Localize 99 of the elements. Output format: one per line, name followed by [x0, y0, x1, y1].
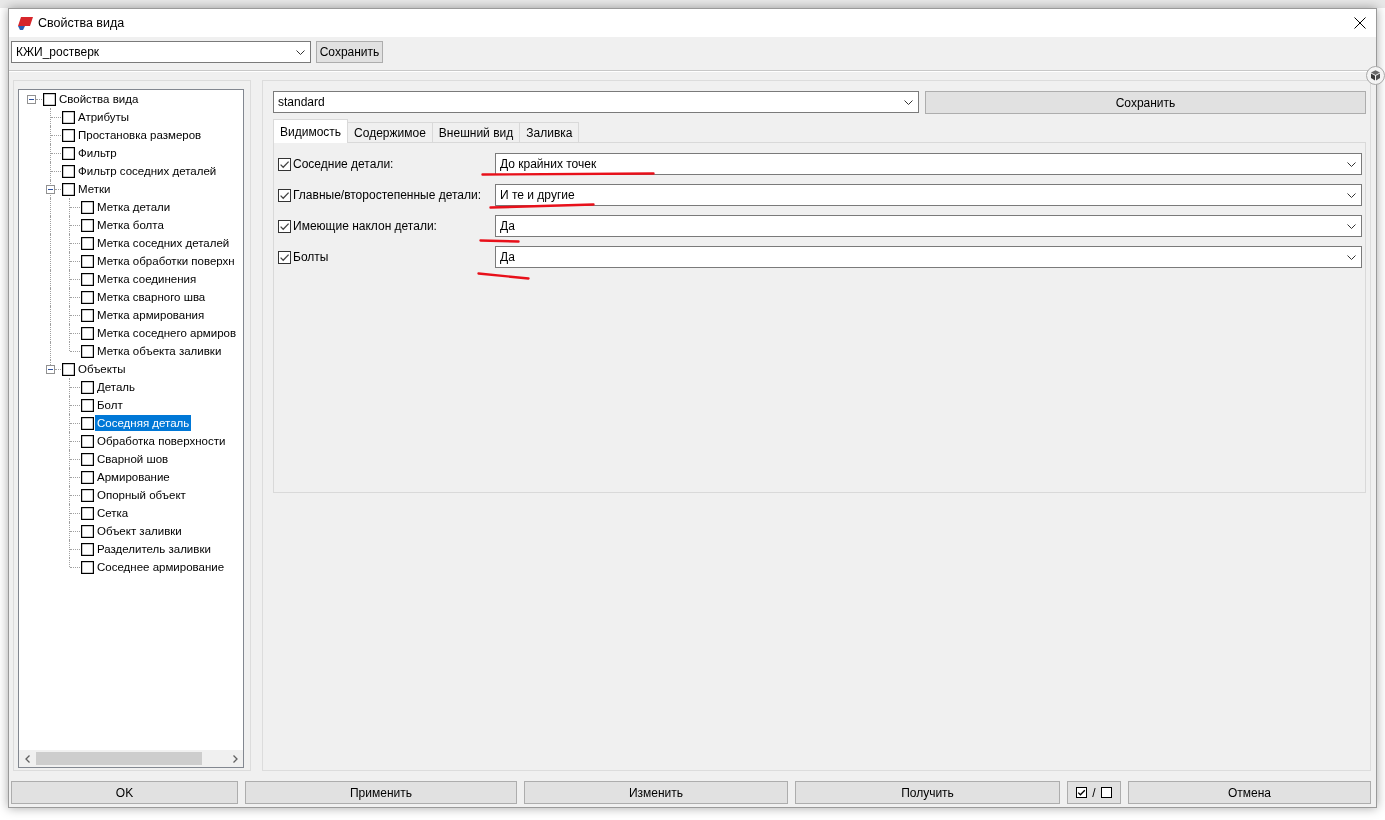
- tree-item[interactable]: Метка детали: [95, 199, 173, 215]
- tree-item[interactable]: Соседняя деталь: [95, 415, 192, 431]
- dropdown[interactable]: Да: [495, 215, 1362, 237]
- tree-item[interactable]: Свойства вида: [57, 91, 141, 107]
- checkbox[interactable]: [81, 344, 94, 358]
- dropdown[interactable]: И те и другие: [495, 184, 1362, 206]
- checkbox[interactable]: [81, 560, 94, 574]
- dropdown[interactable]: До крайних точек: [495, 153, 1362, 175]
- dialog-button[interactable]: OK: [11, 781, 238, 804]
- tree-item[interactable]: Простановка размеров: [76, 127, 204, 143]
- checkbox[interactable]: [81, 236, 94, 250]
- dialog-button[interactable]: Изменить: [524, 781, 788, 804]
- tree-item[interactable]: Фильтр: [76, 145, 119, 161]
- checkbox[interactable]: [62, 182, 75, 196]
- collapse-icon[interactable]: [46, 365, 55, 374]
- save-button[interactable]: Сохранить: [925, 91, 1366, 114]
- dialog-button[interactable]: Получить: [795, 781, 1060, 804]
- tab[interactable]: Содержимое: [347, 122, 433, 142]
- chevron-down-icon[interactable]: [1347, 192, 1356, 198]
- empty-box-icon: [1100, 787, 1112, 798]
- dropdown[interactable]: standard: [273, 91, 919, 113]
- checked-box-icon: [1076, 787, 1088, 798]
- dropdown[interactable]: Да: [495, 246, 1362, 268]
- checkbox[interactable]: [62, 146, 75, 160]
- tree-item[interactable]: Атрибуты: [76, 109, 132, 125]
- checkbox[interactable]: [278, 250, 291, 264]
- tree-item[interactable]: Метка объекта заливки: [95, 343, 224, 359]
- check-toggle-button[interactable]: /: [1067, 781, 1121, 804]
- chevron-down-icon[interactable]: [1347, 161, 1356, 167]
- tree-item[interactable]: Метка соседних деталей: [95, 235, 232, 251]
- checkbox[interactable]: [81, 272, 94, 286]
- tree-item[interactable]: Обработка поверхности: [95, 433, 228, 449]
- tab[interactable]: Внешний вид: [431, 122, 521, 142]
- checkbox[interactable]: [81, 542, 94, 556]
- tree-item[interactable]: Метки: [76, 181, 113, 197]
- tree-item[interactable]: Метка сварного шва: [95, 289, 208, 305]
- tree-item[interactable]: Соседнее армирование: [95, 559, 227, 575]
- checkbox[interactable]: [81, 218, 94, 232]
- tree-item[interactable]: Фильтр соседних деталей: [76, 163, 219, 179]
- checkbox[interactable]: [278, 219, 291, 233]
- save-button[interactable]: Сохранить: [316, 41, 383, 63]
- checkbox[interactable]: [62, 164, 75, 178]
- field-label: Соседние детали:: [293, 157, 394, 171]
- chevron-down-icon[interactable]: [1347, 223, 1356, 229]
- tree-view[interactable]: [18, 89, 244, 768]
- dropdown[interactable]: КЖИ_ростверк: [11, 41, 311, 63]
- checkbox[interactable]: [81, 380, 94, 394]
- checkbox[interactable]: [81, 452, 94, 466]
- field-label: Имеющие наклон детали:: [293, 219, 437, 233]
- dialog-button[interactable]: Отмена: [1128, 781, 1371, 804]
- checkbox[interactable]: [81, 200, 94, 214]
- checkbox[interactable]: [81, 470, 94, 484]
- tree-item[interactable]: Объекты: [76, 361, 128, 377]
- tree-item[interactable]: Метка соседнего армиров: [95, 325, 239, 341]
- cube-icon[interactable]: [1366, 66, 1385, 85]
- chevron-down-icon[interactable]: [1347, 254, 1356, 260]
- chevron-left-icon[interactable]: [25, 754, 30, 763]
- checkbox[interactable]: [81, 254, 94, 268]
- checkbox[interactable]: [81, 290, 94, 304]
- checkbox[interactable]: [81, 308, 94, 322]
- scrollbar-thumb[interactable]: [36, 752, 202, 765]
- checkbox[interactable]: [62, 128, 75, 142]
- tree-item[interactable]: Деталь: [95, 379, 138, 395]
- chevron-down-icon[interactable]: [904, 99, 913, 105]
- tree-item[interactable]: Объект заливки: [95, 523, 184, 539]
- window-title: Свойства вида: [38, 16, 125, 30]
- checkbox[interactable]: [81, 326, 94, 340]
- checkbox[interactable]: [81, 488, 94, 502]
- checkbox[interactable]: [278, 188, 291, 202]
- checkbox[interactable]: [81, 434, 94, 448]
- field-label: Главные/второстепенные детали:: [293, 188, 482, 202]
- checkbox[interactable]: [62, 110, 75, 124]
- tab[interactable]: Видимость: [273, 119, 349, 143]
- checkbox[interactable]: [62, 362, 75, 376]
- tab[interactable]: Заливка: [519, 122, 580, 142]
- tree-item[interactable]: Опорный объект: [95, 487, 188, 503]
- tree-item[interactable]: Метка соединения: [95, 271, 199, 287]
- tree-item[interactable]: Метка обработки поверхн: [95, 253, 237, 269]
- tree-item[interactable]: Сетка: [95, 505, 131, 521]
- tree-item[interactable]: Метка армирования: [95, 307, 207, 323]
- tree-item[interactable]: Разделитель заливки: [95, 541, 213, 557]
- app-icon: [17, 16, 33, 30]
- checkbox[interactable]: [278, 157, 291, 171]
- checkbox[interactable]: [81, 506, 94, 520]
- tree-item[interactable]: Болт: [95, 397, 125, 413]
- chevron-down-icon[interactable]: [296, 49, 305, 55]
- collapse-icon[interactable]: [27, 95, 36, 104]
- dialog-button[interactable]: Применить: [245, 781, 517, 804]
- checkbox[interactable]: [81, 398, 94, 412]
- close-icon[interactable]: [1354, 17, 1366, 29]
- tree-item[interactable]: Сварной шов: [95, 451, 171, 467]
- checkbox[interactable]: [81, 524, 94, 538]
- tree-item[interactable]: Армирование: [95, 469, 172, 485]
- collapse-icon[interactable]: [46, 185, 55, 194]
- chevron-right-icon[interactable]: [233, 754, 238, 763]
- checkbox[interactable]: [43, 92, 56, 106]
- field-label: Болты: [293, 250, 329, 264]
- horizontal-scrollbar[interactable]: [19, 750, 243, 767]
- tree-item[interactable]: Метка болта: [95, 217, 166, 233]
